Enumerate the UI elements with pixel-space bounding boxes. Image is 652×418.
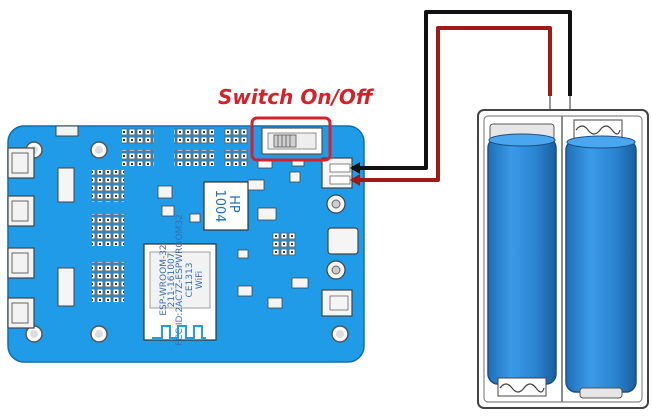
driver-ic-line2: 1004 — [212, 189, 227, 222]
battery-holder — [477, 109, 649, 409]
driver-ic: HP 1004 — [203, 181, 249, 231]
power-connector — [321, 157, 353, 189]
wiring-diagram: HP 1004 ESP-WROOM-32 211-161007 FCC ID:2… — [7, 10, 649, 409]
spring-icon — [497, 377, 547, 397]
module-ce: CE1313 — [185, 263, 195, 298]
battery-cell-left — [487, 123, 557, 397]
driver-ic-line1: HP — [226, 195, 241, 213]
battery-cell-right — [565, 119, 637, 399]
spring-icon — [573, 119, 623, 139]
top-connector — [55, 125, 79, 137]
control-board: HP 1004 ESP-WROOM-32 211-161007 FCC ID:2… — [7, 116, 365, 363]
usb-port — [327, 227, 359, 255]
switch-label: Switch On/Off — [218, 85, 375, 109]
bottom-right-connector — [321, 289, 353, 317]
power-switch[interactable] — [261, 127, 323, 155]
module-brand: WiFi — [195, 271, 205, 289]
